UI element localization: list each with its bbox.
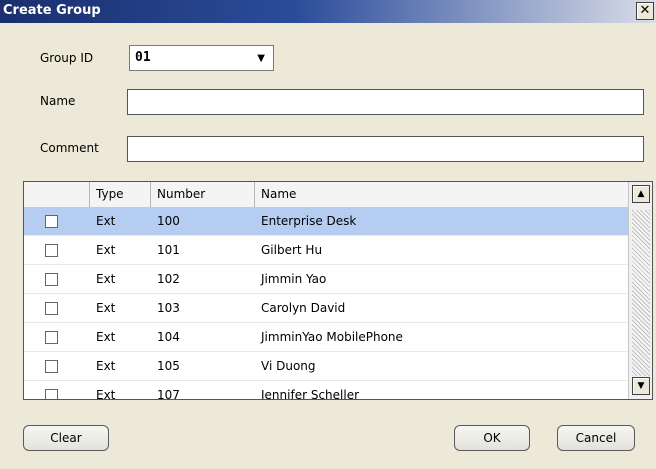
ok-button[interactable]: OK (454, 425, 530, 451)
vertical-scrollbar[interactable]: ▲ ▼ (628, 182, 652, 399)
row-number: 105 (157, 359, 180, 373)
row-checkbox[interactable] (45, 273, 58, 286)
group-id-label: Group ID (40, 51, 94, 65)
row-name: Jennifer Scheller (261, 388, 360, 400)
row-select-cell (24, 323, 90, 352)
clear-button[interactable]: Clear (23, 425, 109, 451)
row-checkbox[interactable] (45, 360, 58, 373)
row-name: Gilbert Hu (261, 243, 323, 257)
row-number: 104 (157, 330, 180, 344)
row-select-cell (24, 294, 90, 323)
table-row[interactable]: Ext 104 JimminYao MobilePhone (24, 323, 628, 352)
row-checkbox[interactable] (45, 215, 58, 228)
title-bar: Create Group ✕ (0, 0, 656, 23)
scrollbar-track[interactable] (632, 210, 650, 376)
row-number: 100 (157, 214, 180, 228)
row-name: Carolyn David (261, 301, 346, 315)
group-id-select[interactable]: 01 ▼ (129, 45, 274, 71)
comment-label: Comment (40, 141, 99, 155)
row-name: Vi Duong (261, 359, 316, 373)
row-type: Ext (96, 388, 116, 400)
scroll-up-icon[interactable]: ▲ (632, 185, 650, 203)
row-number: 107 (157, 388, 180, 400)
table-row[interactable]: Ext 107 Jennifer Scheller (24, 381, 628, 400)
column-header-number[interactable]: Number (151, 182, 255, 207)
comment-input[interactable] (127, 136, 644, 162)
table-row[interactable]: Ext 100 Enterprise Desk (24, 207, 628, 236)
row-select-cell (24, 381, 90, 399)
row-type: Ext (96, 301, 116, 315)
row-type: Ext (96, 214, 116, 228)
row-type: Ext (96, 330, 116, 344)
row-checkbox[interactable] (45, 302, 58, 315)
chevron-down-icon[interactable]: ▼ (257, 53, 265, 64)
scroll-down-icon[interactable]: ▼ (632, 377, 650, 395)
table-row[interactable]: Ext 105 Vi Duong (24, 352, 628, 381)
table-row[interactable]: Ext 101 Gilbert Hu (24, 236, 628, 265)
members-table: Type Number Name Ext 100 Enterprise Desk Ex… (23, 181, 653, 400)
row-type: Ext (96, 243, 116, 257)
create-group-dialog: Create Group ✕ Group ID 01 ▼ Name Commen… (0, 0, 656, 469)
close-icon[interactable]: ✕ (636, 2, 654, 20)
column-header-type[interactable]: Type (90, 182, 151, 207)
row-select-cell (24, 352, 90, 381)
row-select-cell (24, 207, 90, 236)
group-id-value: 01 (135, 50, 151, 65)
row-select-cell (24, 236, 90, 265)
row-type: Ext (96, 272, 116, 286)
table-header: Type Number Name (24, 182, 628, 208)
table-row[interactable]: Ext 103 Carolyn David (24, 294, 628, 323)
row-checkbox[interactable] (45, 244, 58, 257)
row-checkbox[interactable] (45, 389, 58, 399)
table-row[interactable]: Ext 102 Jimmin Yao (24, 265, 628, 294)
name-label: Name (40, 94, 76, 108)
column-header-select[interactable] (24, 182, 90, 207)
row-name: JimminYao MobilePhone (261, 330, 403, 344)
row-checkbox[interactable] (45, 331, 58, 344)
row-number: 103 (157, 301, 180, 315)
row-name: Enterprise Desk (261, 214, 357, 228)
cancel-button[interactable]: Cancel (557, 425, 635, 451)
column-header-name[interactable]: Name (255, 182, 628, 207)
name-input[interactable] (127, 89, 644, 115)
row-name: Jimmin Yao (261, 272, 327, 286)
row-select-cell (24, 265, 90, 294)
row-number: 102 (157, 272, 180, 286)
dialog-title: Create Group (3, 3, 101, 18)
row-number: 101 (157, 243, 180, 257)
row-type: Ext (96, 359, 116, 373)
